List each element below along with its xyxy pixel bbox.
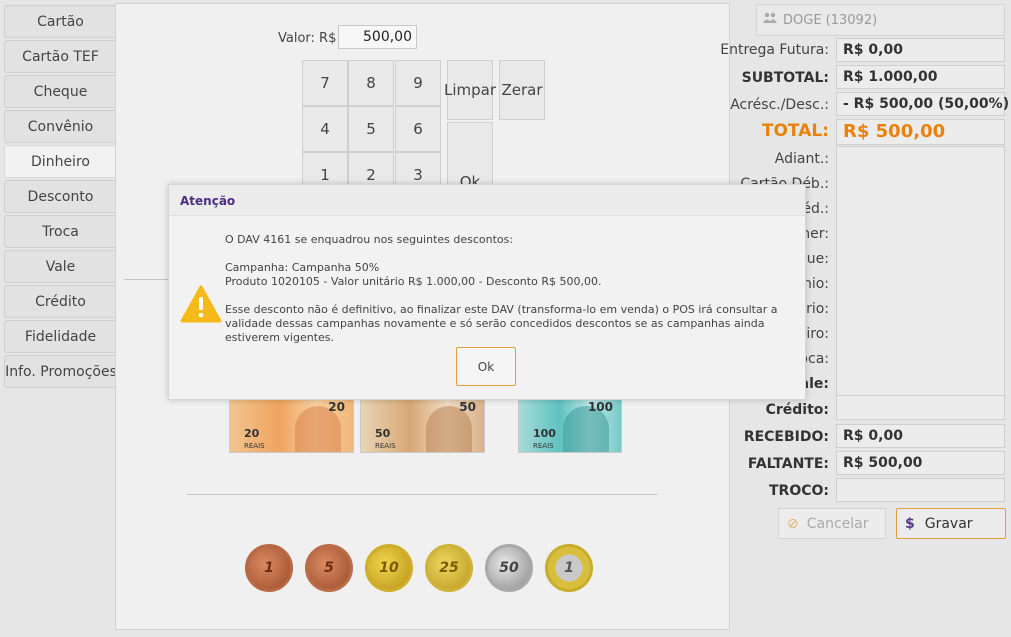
subtotal-label: SUBTOTAL: — [741, 70, 829, 86]
dialog-title: Atenção — [169, 185, 805, 216]
payment-tabs: Cartão Cartão TEF Cheque Convênio Dinhei… — [4, 5, 117, 390]
customer-name: DOGE (13092) — [783, 12, 878, 28]
valor-label: Valor: R$ — [278, 31, 337, 46]
attention-dialog: Atenção O DAV 4161 se enquadrou nos segu… — [168, 184, 806, 400]
message-line: O DAV 4161 se enquadrou nos seguintes de… — [225, 233, 514, 246]
divider — [187, 494, 657, 495]
valor-input[interactable]: 500,00 — [338, 25, 417, 49]
tab-cartao[interactable]: Cartão — [4, 5, 116, 38]
tab-credito[interactable]: Crédito — [4, 285, 116, 318]
tab-fidelidade[interactable]: Fidelidade — [4, 320, 116, 353]
message-line: Campanha: Campanha 50% — [225, 261, 380, 274]
troco-value — [836, 478, 1005, 502]
acresc-desc-label: Acrésc./Desc.: — [730, 97, 829, 113]
coin-1-real[interactable]: 1 — [545, 544, 593, 592]
coin-50-centavos[interactable]: 50 — [485, 544, 533, 592]
key-6[interactable]: 6 — [395, 106, 441, 152]
bill-label: 100 — [533, 427, 556, 440]
credito-label: Crédito: — [765, 402, 829, 418]
cancel-label: Cancelar — [806, 515, 869, 532]
bill-value: 100 — [587, 400, 613, 414]
tab-vale[interactable]: Vale — [4, 250, 116, 283]
cancel-button[interactable]: ⊘ Cancelar — [778, 508, 886, 539]
coin-5-centavos[interactable]: 5 — [305, 544, 353, 592]
users-icon — [763, 12, 777, 28]
total-label: TOTAL: — [761, 121, 829, 141]
key-4[interactable]: 4 — [302, 106, 348, 152]
key-9[interactable]: 9 — [395, 60, 441, 106]
save-button[interactable]: $ Gravar — [896, 508, 1006, 539]
bill-value: 50 — [459, 400, 476, 414]
tab-troca[interactable]: Troca — [4, 215, 116, 248]
divider — [836, 395, 1005, 396]
total-value: R$ 500,00 — [836, 119, 1005, 145]
key-5[interactable]: 5 — [348, 106, 394, 152]
coin-1-centavo[interactable]: 1 — [245, 544, 293, 592]
faltante-label: FALTANTE: — [747, 456, 829, 472]
coin-25-centavos[interactable]: 25 — [425, 544, 473, 592]
tab-cheque[interactable]: Cheque — [4, 75, 116, 108]
bill-value: 20 — [328, 400, 345, 414]
bill-label: 50 — [375, 427, 391, 440]
dollar-icon: $ — [905, 515, 915, 532]
bill-100[interactable]: 100 100 REAIS — [518, 397, 622, 453]
troco-label: TROCO: — [768, 483, 829, 499]
acresc-desc-value: - R$ 500,00 (50,00%) — [836, 92, 1009, 116]
tab-dinheiro[interactable]: Dinheiro — [4, 145, 116, 178]
entrega-futura-label: Entrega Futura: — [720, 42, 829, 58]
message-line: Esse desconto não é definitivo, ao final… — [225, 303, 778, 344]
bill-currency: REAIS — [533, 442, 554, 450]
key-8[interactable]: 8 — [348, 60, 394, 106]
recebido-value: R$ 0,00 — [836, 424, 1005, 448]
tab-info-promocoes[interactable]: Info. Promoções — [4, 355, 117, 388]
message-line: Produto 1020105 - Valor unitário R$ 1.00… — [225, 275, 602, 288]
subtotal-value: R$ 1.000,00 — [836, 65, 1005, 89]
adiant-label: Adiant.: — [774, 151, 829, 167]
recebido-label: RECEBIDO: — [743, 429, 829, 445]
customer-field[interactable]: DOGE (13092) — [756, 4, 1005, 36]
save-label: Gravar — [924, 515, 973, 532]
faltante-value: R$ 500,00 — [836, 451, 1005, 475]
payments-breakdown — [836, 146, 1005, 420]
bill-label: 20 — [244, 427, 260, 440]
entrega-futura-value: R$ 0,00 — [836, 38, 1005, 62]
zerar-button[interactable]: Zerar — [499, 60, 545, 120]
bill-20[interactable]: 20 20 REAIS — [229, 397, 354, 453]
dialog-ok-button[interactable]: Ok — [456, 347, 516, 386]
tab-cartao-tef[interactable]: Cartão TEF — [4, 40, 116, 73]
dialog-message: O DAV 4161 se enquadrou nos seguintes de… — [225, 233, 795, 345]
limpar-button[interactable]: Limpar — [444, 60, 496, 120]
bill-50[interactable]: 50 50 REAIS — [360, 397, 485, 453]
tab-convenio[interactable]: Convênio — [4, 110, 116, 143]
bill-currency: REAIS — [244, 442, 265, 450]
tab-desconto[interactable]: Desconto — [4, 180, 116, 213]
warning-icon — [180, 285, 222, 323]
ban-icon: ⊘ — [787, 515, 799, 532]
key-7[interactable]: 7 — [302, 60, 348, 106]
coin-10-centavos[interactable]: 10 — [365, 544, 413, 592]
bill-currency: REAIS — [375, 442, 396, 450]
